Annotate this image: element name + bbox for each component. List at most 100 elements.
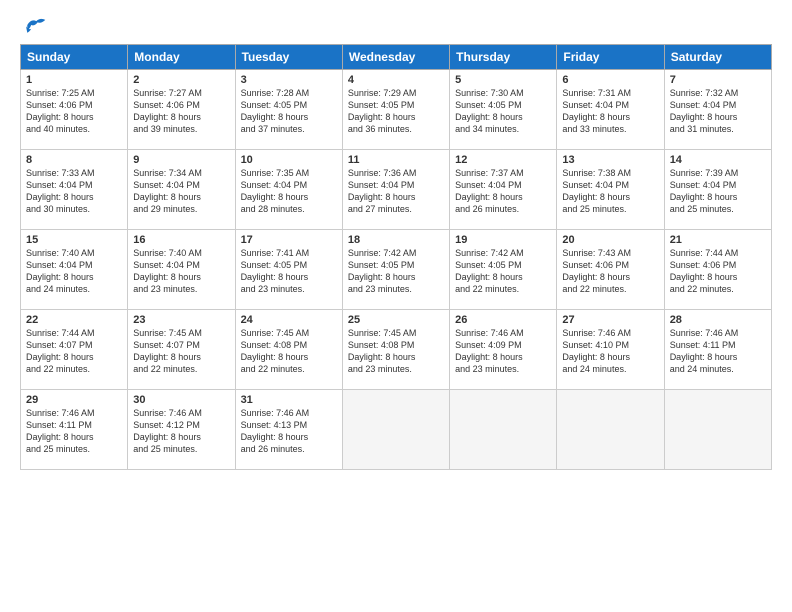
week-row-2: 8Sunrise: 7:33 AMSunset: 4:04 PMDaylight… xyxy=(21,150,772,230)
day-info: Sunrise: 7:35 AMSunset: 4:04 PMDaylight:… xyxy=(241,167,337,216)
day-info: Sunrise: 7:27 AMSunset: 4:06 PMDaylight:… xyxy=(133,87,229,136)
day-number: 30 xyxy=(133,394,229,406)
day-info: Sunrise: 7:43 AMSunset: 4:06 PMDaylight:… xyxy=(562,247,658,296)
day-info: Sunrise: 7:30 AMSunset: 4:05 PMDaylight:… xyxy=(455,87,551,136)
day-number: 19 xyxy=(455,234,551,246)
calendar-cell: 7Sunrise: 7:32 AMSunset: 4:04 PMDaylight… xyxy=(664,70,771,150)
calendar-cell: 6Sunrise: 7:31 AMSunset: 4:04 PMDaylight… xyxy=(557,70,664,150)
calendar-cell: 27Sunrise: 7:46 AMSunset: 4:10 PMDayligh… xyxy=(557,310,664,390)
day-info: Sunrise: 7:44 AMSunset: 4:06 PMDaylight:… xyxy=(670,247,766,296)
calendar-cell: 13Sunrise: 7:38 AMSunset: 4:04 PMDayligh… xyxy=(557,150,664,230)
day-number: 3 xyxy=(241,74,337,86)
calendar-cell: 20Sunrise: 7:43 AMSunset: 4:06 PMDayligh… xyxy=(557,230,664,310)
day-number: 11 xyxy=(348,154,444,166)
day-info: Sunrise: 7:45 AMSunset: 4:08 PMDaylight:… xyxy=(348,327,444,376)
day-number: 4 xyxy=(348,74,444,86)
calendar-cell: 22Sunrise: 7:44 AMSunset: 4:07 PMDayligh… xyxy=(21,310,128,390)
day-info: Sunrise: 7:45 AMSunset: 4:07 PMDaylight:… xyxy=(133,327,229,376)
day-number: 6 xyxy=(562,74,658,86)
weekday-header-friday: Friday xyxy=(557,45,664,70)
day-info: Sunrise: 7:32 AMSunset: 4:04 PMDaylight:… xyxy=(670,87,766,136)
calendar-cell: 26Sunrise: 7:46 AMSunset: 4:09 PMDayligh… xyxy=(450,310,557,390)
day-number: 2 xyxy=(133,74,229,86)
calendar-cell: 5Sunrise: 7:30 AMSunset: 4:05 PMDaylight… xyxy=(450,70,557,150)
day-info: Sunrise: 7:31 AMSunset: 4:04 PMDaylight:… xyxy=(562,87,658,136)
day-number: 7 xyxy=(670,74,766,86)
day-number: 28 xyxy=(670,314,766,326)
calendar-body: 1Sunrise: 7:25 AMSunset: 4:06 PMDaylight… xyxy=(21,70,772,470)
weekday-header-thursday: Thursday xyxy=(450,45,557,70)
day-number: 20 xyxy=(562,234,658,246)
day-info: Sunrise: 7:33 AMSunset: 4:04 PMDaylight:… xyxy=(26,167,122,216)
week-row-3: 15Sunrise: 7:40 AMSunset: 4:04 PMDayligh… xyxy=(21,230,772,310)
day-number: 8 xyxy=(26,154,122,166)
day-info: Sunrise: 7:46 AMSunset: 4:11 PMDaylight:… xyxy=(670,327,766,376)
calendar-cell: 12Sunrise: 7:37 AMSunset: 4:04 PMDayligh… xyxy=(450,150,557,230)
day-info: Sunrise: 7:28 AMSunset: 4:05 PMDaylight:… xyxy=(241,87,337,136)
calendar-cell: 18Sunrise: 7:42 AMSunset: 4:05 PMDayligh… xyxy=(342,230,449,310)
day-info: Sunrise: 7:44 AMSunset: 4:07 PMDaylight:… xyxy=(26,327,122,376)
day-info: Sunrise: 7:37 AMSunset: 4:04 PMDaylight:… xyxy=(455,167,551,216)
weekday-header-row: SundayMondayTuesdayWednesdayThursdayFrid… xyxy=(21,45,772,70)
weekday-header-sunday: Sunday xyxy=(21,45,128,70)
day-info: Sunrise: 7:40 AMSunset: 4:04 PMDaylight:… xyxy=(133,247,229,296)
day-number: 31 xyxy=(241,394,337,406)
day-info: Sunrise: 7:42 AMSunset: 4:05 PMDaylight:… xyxy=(455,247,551,296)
week-row-1: 1Sunrise: 7:25 AMSunset: 4:06 PMDaylight… xyxy=(21,70,772,150)
day-number: 14 xyxy=(670,154,766,166)
calendar-cell: 19Sunrise: 7:42 AMSunset: 4:05 PMDayligh… xyxy=(450,230,557,310)
day-info: Sunrise: 7:40 AMSunset: 4:04 PMDaylight:… xyxy=(26,247,122,296)
day-info: Sunrise: 7:29 AMSunset: 4:05 PMDaylight:… xyxy=(348,87,444,136)
calendar-cell: 25Sunrise: 7:45 AMSunset: 4:08 PMDayligh… xyxy=(342,310,449,390)
day-info: Sunrise: 7:46 AMSunset: 4:12 PMDaylight:… xyxy=(133,407,229,456)
header xyxy=(20,16,772,34)
week-row-5: 29Sunrise: 7:46 AMSunset: 4:11 PMDayligh… xyxy=(21,390,772,470)
day-number: 9 xyxy=(133,154,229,166)
day-info: Sunrise: 7:46 AMSunset: 4:11 PMDaylight:… xyxy=(26,407,122,456)
day-number: 26 xyxy=(455,314,551,326)
day-number: 13 xyxy=(562,154,658,166)
calendar-cell: 24Sunrise: 7:45 AMSunset: 4:08 PMDayligh… xyxy=(235,310,342,390)
day-info: Sunrise: 7:45 AMSunset: 4:08 PMDaylight:… xyxy=(241,327,337,376)
calendar-cell: 21Sunrise: 7:44 AMSunset: 4:06 PMDayligh… xyxy=(664,230,771,310)
weekday-header-monday: Monday xyxy=(128,45,235,70)
calendar-cell: 11Sunrise: 7:36 AMSunset: 4:04 PMDayligh… xyxy=(342,150,449,230)
day-number: 10 xyxy=(241,154,337,166)
calendar-cell xyxy=(450,390,557,470)
weekday-header-saturday: Saturday xyxy=(664,45,771,70)
day-info: Sunrise: 7:38 AMSunset: 4:04 PMDaylight:… xyxy=(562,167,658,216)
calendar-cell xyxy=(342,390,449,470)
logo-icon xyxy=(20,16,50,34)
day-number: 18 xyxy=(348,234,444,246)
calendar-cell xyxy=(664,390,771,470)
day-number: 1 xyxy=(26,74,122,86)
day-info: Sunrise: 7:39 AMSunset: 4:04 PMDaylight:… xyxy=(670,167,766,216)
calendar-cell: 3Sunrise: 7:28 AMSunset: 4:05 PMDaylight… xyxy=(235,70,342,150)
week-row-4: 22Sunrise: 7:44 AMSunset: 4:07 PMDayligh… xyxy=(21,310,772,390)
day-info: Sunrise: 7:46 AMSunset: 4:09 PMDaylight:… xyxy=(455,327,551,376)
weekday-header-wednesday: Wednesday xyxy=(342,45,449,70)
calendar-cell: 23Sunrise: 7:45 AMSunset: 4:07 PMDayligh… xyxy=(128,310,235,390)
calendar-cell: 16Sunrise: 7:40 AMSunset: 4:04 PMDayligh… xyxy=(128,230,235,310)
calendar-cell: 1Sunrise: 7:25 AMSunset: 4:06 PMDaylight… xyxy=(21,70,128,150)
day-info: Sunrise: 7:46 AMSunset: 4:13 PMDaylight:… xyxy=(241,407,337,456)
calendar-cell: 29Sunrise: 7:46 AMSunset: 4:11 PMDayligh… xyxy=(21,390,128,470)
day-number: 29 xyxy=(26,394,122,406)
weekday-header-tuesday: Tuesday xyxy=(235,45,342,70)
day-info: Sunrise: 7:41 AMSunset: 4:05 PMDaylight:… xyxy=(241,247,337,296)
day-number: 16 xyxy=(133,234,229,246)
day-info: Sunrise: 7:46 AMSunset: 4:10 PMDaylight:… xyxy=(562,327,658,376)
day-info: Sunrise: 7:34 AMSunset: 4:04 PMDaylight:… xyxy=(133,167,229,216)
day-number: 27 xyxy=(562,314,658,326)
calendar-cell: 28Sunrise: 7:46 AMSunset: 4:11 PMDayligh… xyxy=(664,310,771,390)
day-number: 21 xyxy=(670,234,766,246)
calendar-cell: 15Sunrise: 7:40 AMSunset: 4:04 PMDayligh… xyxy=(21,230,128,310)
day-info: Sunrise: 7:25 AMSunset: 4:06 PMDaylight:… xyxy=(26,87,122,136)
day-number: 12 xyxy=(455,154,551,166)
day-number: 5 xyxy=(455,74,551,86)
calendar-cell: 10Sunrise: 7:35 AMSunset: 4:04 PMDayligh… xyxy=(235,150,342,230)
calendar-table: SundayMondayTuesdayWednesdayThursdayFrid… xyxy=(20,44,772,470)
calendar-cell: 14Sunrise: 7:39 AMSunset: 4:04 PMDayligh… xyxy=(664,150,771,230)
day-info: Sunrise: 7:42 AMSunset: 4:05 PMDaylight:… xyxy=(348,247,444,296)
logo xyxy=(20,16,54,34)
